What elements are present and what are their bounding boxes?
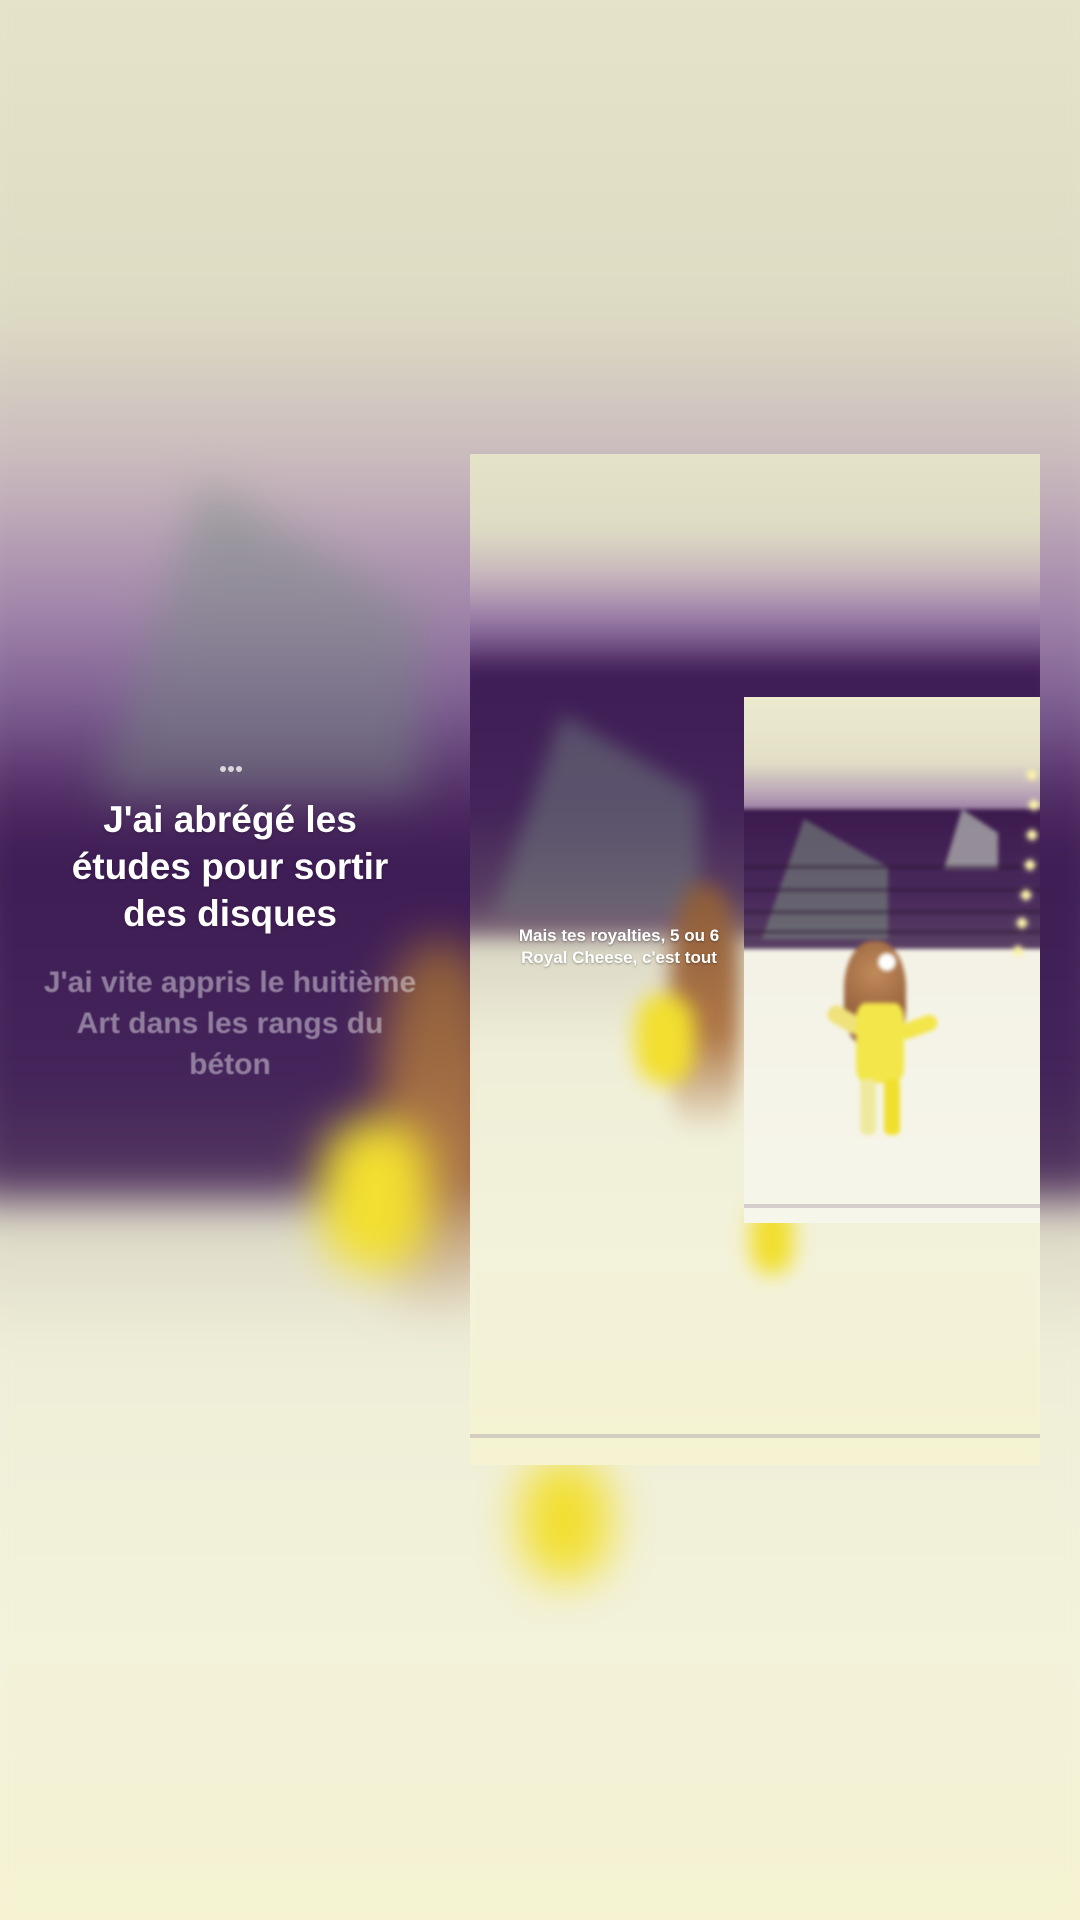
inner-sky (744, 697, 1040, 821)
hair-flower (878, 953, 896, 971)
bg-figure-arm (320, 1120, 430, 1270)
lyric-caption-next: J'ai vite appris le huitième Art dans le… (43, 966, 417, 1081)
avatar-figure (824, 941, 946, 1141)
mid-sky (470, 454, 1040, 687)
story-viewer[interactable]: J'ai abrégé les études pour sortir des d… (0, 0, 1080, 1920)
fence-rail (744, 931, 1040, 933)
inner-video (744, 697, 1040, 1223)
mid-figure-arm (635, 994, 695, 1084)
media-frame-inner (744, 697, 1040, 1223)
avatar-leg-left (860, 1079, 876, 1135)
mid-floor-edge (470, 1434, 1040, 1438)
bg-figure-leg (520, 1460, 610, 1580)
fence-rail (744, 911, 1040, 913)
fence-rail (744, 889, 1040, 891)
inner-floor-edge (744, 1204, 1040, 1208)
avatar-body (856, 1003, 904, 1083)
fence-rail (744, 866, 1040, 868)
avatar-leg-right (884, 1079, 900, 1135)
lyric-caption-overlay: Mais tes royalties, 5 ou 6 Royal Cheese,… (518, 926, 720, 967)
lyric-caption-current: J'ai abrégé les études pour sortir des d… (71, 799, 389, 934)
